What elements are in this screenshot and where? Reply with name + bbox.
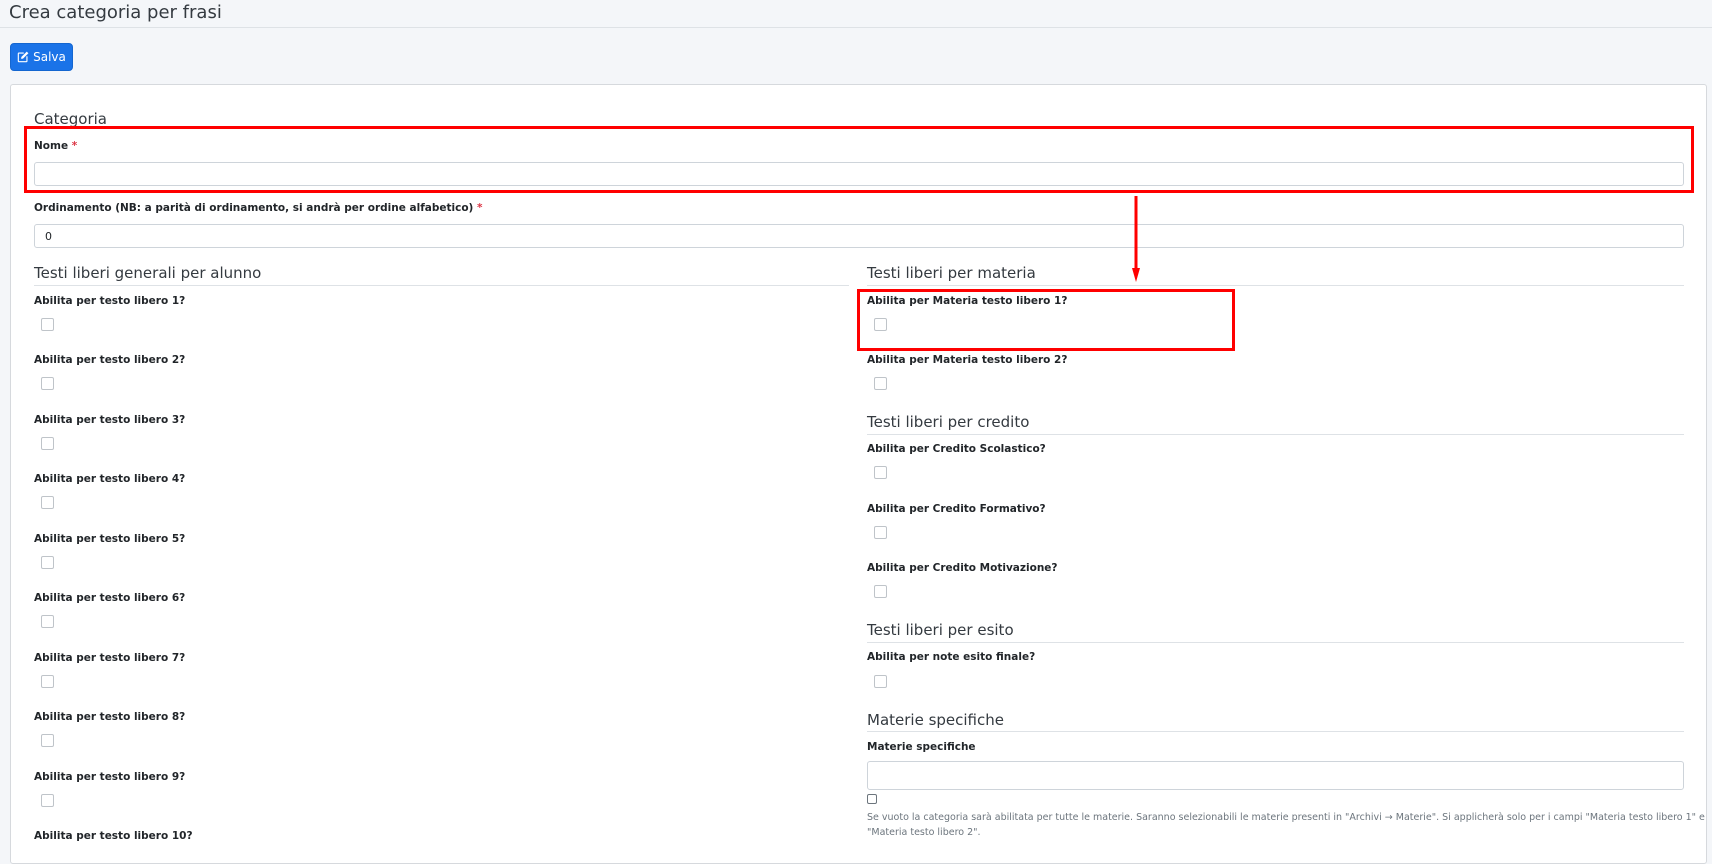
legend-testi-credito: Testi liberi per credito	[867, 413, 1030, 431]
materie-specifiche-input[interactable]	[867, 761, 1684, 790]
materie-specifiche-label: Materie specifiche	[867, 741, 976, 753]
legend-materie-specifiche: Materie specifiche	[867, 711, 1004, 729]
testo-libero-8-label: Abilita per testo libero 8?	[34, 711, 186, 723]
form-card	[10, 84, 1707, 864]
legend-testi-esito: Testi liberi per esito	[867, 621, 1014, 639]
required-mark: *	[477, 202, 483, 214]
materie-specifiche-checkbox[interactable]	[867, 794, 877, 804]
save-button[interactable]: Salva	[10, 43, 73, 71]
testo-libero-2-label: Abilita per testo libero 2?	[34, 354, 186, 366]
save-label: Salva	[33, 50, 66, 64]
testo-libero-3-label: Abilita per testo libero 3?	[34, 414, 186, 426]
testo-libero-1-checkbox[interactable]	[41, 318, 54, 331]
testo-libero-4-label: Abilita per testo libero 4?	[34, 473, 186, 485]
legend-testi-materia: Testi liberi per materia	[867, 264, 1036, 282]
testo-libero-9-label: Abilita per testo libero 9?	[34, 771, 186, 783]
credito-motivazione-label: Abilita per Credito Motivazione?	[867, 562, 1058, 574]
ordinamento-label-row: Ordinamento (NB: a parità di ordinamento…	[34, 202, 483, 214]
note-esito-finale-checkbox[interactable]	[874, 675, 887, 688]
testo-libero-2-checkbox[interactable]	[41, 377, 54, 390]
testo-libero-7-checkbox[interactable]	[41, 675, 54, 688]
legend-testi-generali: Testi liberi generali per alunno	[34, 264, 262, 282]
page-header: Crea categoria per frasi	[0, 0, 1712, 28]
testo-libero-6-checkbox[interactable]	[41, 615, 54, 628]
testo-libero-8-checkbox[interactable]	[41, 734, 54, 747]
testo-libero-5-checkbox[interactable]	[41, 556, 54, 569]
highlight-box-materia	[857, 289, 1235, 351]
legend-divider	[867, 434, 1684, 435]
testo-libero-9-checkbox[interactable]	[41, 794, 54, 807]
testo-libero-1-label: Abilita per testo libero 1?	[34, 295, 186, 307]
materie-specifiche-help: Se vuoto la categoria sarà abilitata per…	[867, 812, 1705, 838]
arrow-down-icon	[1132, 196, 1140, 282]
testo-libero-7-label: Abilita per testo libero 7?	[34, 652, 186, 664]
credito-scolastico-checkbox[interactable]	[874, 466, 887, 479]
ordinamento-label: Ordinamento (NB: a parità di ordinamento…	[34, 202, 474, 214]
testo-libero-3-checkbox[interactable]	[41, 437, 54, 450]
credito-motivazione-checkbox[interactable]	[874, 585, 887, 598]
legend-divider	[867, 285, 1684, 286]
edit-icon	[17, 51, 29, 63]
credito-scolastico-label: Abilita per Credito Scolastico?	[867, 443, 1046, 455]
materia-testo-libero-2-checkbox[interactable]	[874, 377, 887, 390]
legend-divider	[867, 731, 1684, 732]
ordinamento-input[interactable]	[34, 224, 1684, 248]
highlight-box-nome	[24, 126, 1694, 193]
legend-divider	[867, 642, 1684, 643]
note-esito-finale-label: Abilita per note esito finale?	[867, 651, 1036, 663]
testo-libero-6-label: Abilita per testo libero 6?	[34, 592, 186, 604]
testo-libero-10-label: Abilita per testo libero 10?	[34, 830, 193, 842]
materia-testo-libero-2-label: Abilita per Materia testo libero 2?	[867, 354, 1068, 366]
page-title: Crea categoria per frasi	[9, 2, 222, 23]
testo-libero-5-label: Abilita per testo libero 5?	[34, 533, 186, 545]
testo-libero-4-checkbox[interactable]	[41, 496, 54, 509]
legend-divider	[34, 285, 849, 286]
credito-formativo-checkbox[interactable]	[874, 526, 887, 539]
credito-formativo-label: Abilita per Credito Formativo?	[867, 503, 1046, 515]
